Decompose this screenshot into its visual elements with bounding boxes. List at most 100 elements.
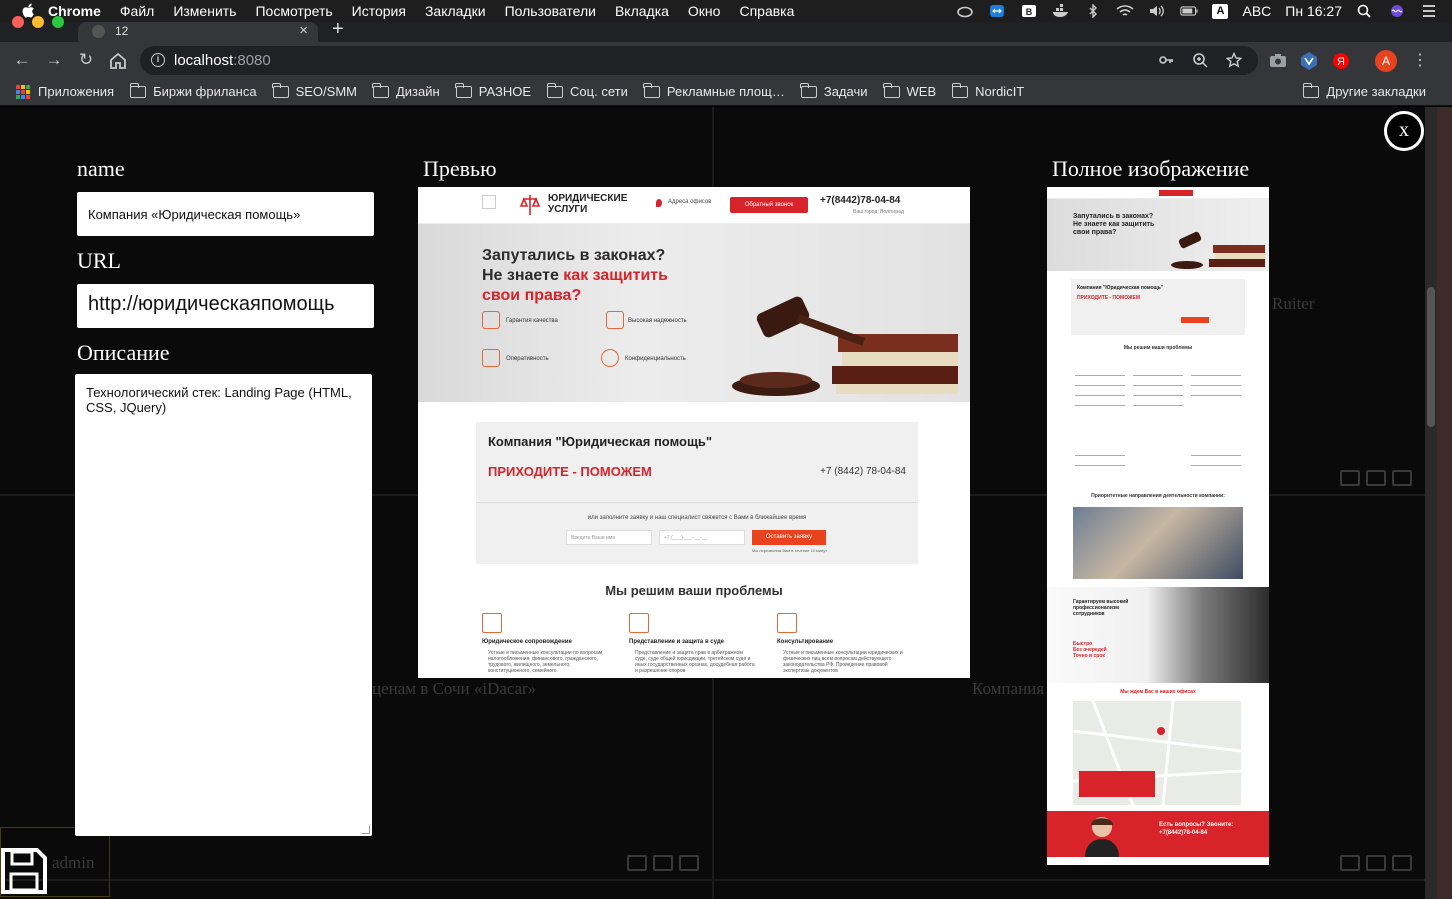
key-icon[interactable] — [1158, 52, 1174, 68]
tab-close-icon[interactable]: × — [299, 22, 308, 39]
preview-company-phone: +7 (8442) 78-04-84 — [820, 466, 906, 477]
full-image[interactable]: Запутались в законах? Не знаете как защи… — [1047, 187, 1269, 865]
resize-handle-icon[interactable] — [362, 826, 370, 834]
building-icon — [777, 613, 797, 633]
preview-form-note: или заполните заявку и наш специалист св… — [587, 515, 807, 521]
preview-phone-input: +7 (___) ___-__-__ — [659, 530, 745, 545]
monitor-icon — [627, 855, 647, 871]
preview-callback-note: Мы перезвоним Вам в течение 10 минут — [752, 548, 828, 553]
new-tab-button[interactable]: + — [332, 18, 344, 41]
bookmark-folder-misc[interactable]: РАЗНОЕ — [455, 82, 531, 99]
bookmark-apps-label: Приложения — [38, 84, 115, 99]
svg-text:Я: Я — [1337, 56, 1345, 68]
bookmark-folder-seo[interactable]: SEO/SMM — [272, 82, 357, 99]
folder-icon — [800, 82, 817, 98]
bookmark-folder-tasks[interactable]: Задачи — [800, 82, 868, 99]
screenshot-extension-icon[interactable] — [1268, 51, 1288, 71]
full-callback-button — [1159, 190, 1193, 196]
back-button[interactable]: ← — [12, 50, 32, 70]
divider — [476, 502, 918, 503]
menu-file[interactable]: Файл — [120, 3, 154, 19]
full-image-label: Полное изображение — [1052, 156, 1250, 181]
teamviewer-icon[interactable] — [988, 4, 1006, 18]
volume-icon[interactable] — [1148, 4, 1166, 18]
scrollbar-thumb[interactable] — [1427, 287, 1435, 427]
yandex-extension-icon[interactable]: Я — [1331, 51, 1351, 71]
full-services-grid — [1071, 355, 1245, 485]
menu-window[interactable]: Окно — [688, 3, 721, 19]
window-close-button[interactable] — [12, 16, 24, 28]
bluetooth-icon[interactable] — [1084, 4, 1102, 18]
zoom-icon[interactable] — [1192, 52, 1208, 68]
docker-icon[interactable] — [1052, 4, 1070, 18]
page-scrollbar[interactable] — [1425, 107, 1437, 899]
folder-icon — [883, 82, 900, 98]
bg-card-actions — [627, 855, 699, 871]
bookmark-folder-social[interactable]: Соц. сети — [546, 82, 628, 99]
edit-icon — [1366, 855, 1386, 871]
headline-line: Не знаете — [482, 267, 564, 284]
bookmark-star-icon[interactable] — [1226, 52, 1242, 68]
forward-button[interactable]: → — [44, 50, 64, 70]
trash-icon — [1392, 855, 1412, 871]
menu-bookmarks[interactable]: Закладки — [425, 3, 486, 19]
description-label: Описание — [77, 340, 170, 365]
menu-view[interactable]: Посмотреть — [255, 3, 332, 19]
input-source-label[interactable]: ABC — [1242, 3, 1271, 19]
vk-icon[interactable]: B — [1020, 4, 1038, 18]
window-minimize-button[interactable] — [32, 16, 44, 28]
bookmark-folder-label: Другие закладки — [1326, 84, 1426, 99]
bookmark-apps[interactable]: Приложения — [16, 84, 114, 99]
people-icon — [629, 613, 649, 633]
menu-history[interactable]: История — [352, 3, 406, 19]
browser-tab[interactable]: 12 × — [78, 22, 318, 42]
reload-button[interactable]: ↻ — [76, 50, 96, 70]
privacy-icon — [601, 349, 619, 367]
folder-icon — [546, 82, 564, 98]
menu-edit[interactable]: Изменить — [173, 3, 236, 19]
chrome-menu-icon[interactable]: ⋮ — [1412, 50, 1428, 70]
full-cta-text: Есть вопросы? Звоните: +7(8442)78-04-84 — [1159, 822, 1234, 836]
wifi-icon[interactable] — [1116, 4, 1135, 18]
profile-avatar[interactable]: А — [1375, 50, 1397, 72]
save-icon[interactable] — [0, 847, 48, 895]
menu-people[interactable]: Пользователи — [505, 3, 596, 19]
address-bar[interactable]: i localhost:8080 — [140, 46, 1258, 75]
battery-icon[interactable] — [1180, 4, 1199, 18]
full-hero-title: Запутались в законах? Не знаете как защи… — [1073, 213, 1155, 236]
site-info-icon[interactable]: i — [151, 53, 165, 67]
full-gavel-image — [1171, 231, 1265, 269]
bookmark-folder-design[interactable]: Дизайн — [372, 82, 440, 99]
preview-service-column: Представление и защита в суде Представле… — [623, 613, 755, 674]
folder-icon — [272, 82, 289, 98]
full-map — [1072, 700, 1242, 806]
description-textarea[interactable]: Технологический стек: Landing Page (HTML… — [75, 374, 372, 836]
bookmark-folder-other[interactable]: Другие закладки — [1302, 82, 1426, 99]
input-source-icon[interactable]: A — [1212, 3, 1229, 19]
bg-card-actions — [1340, 470, 1412, 486]
bookmark-folder-ads[interactable]: Рекламные площ… — [643, 82, 785, 99]
home-button[interactable] — [108, 51, 128, 71]
monitor-icon — [1340, 470, 1360, 486]
bookmark-folder-web[interactable]: WEB — [883, 82, 936, 99]
menu-help[interactable]: Справка — [739, 3, 794, 19]
preview-image[interactable]: ЮРИДИЧЕСКИЕ УСЛУГИ Адреса офисов Обратны… — [418, 187, 970, 678]
vue-devtools-extension-icon[interactable] — [1299, 51, 1319, 71]
bookmark-folder-nordicit[interactable]: NordicIT — [951, 82, 1024, 99]
bookmark-folder-freelance[interactable]: Биржи фриланса — [129, 82, 257, 99]
window-zoom-button[interactable] — [52, 16, 64, 28]
modal-close-button[interactable]: x — [1384, 111, 1424, 151]
preview-name-input: Введите Ваше имя — [566, 530, 652, 545]
name-label: name — [77, 156, 125, 181]
trash-icon — [679, 855, 699, 871]
creative-cloud-icon[interactable] — [956, 4, 974, 18]
name-field[interactable]: Компания «Юридическая помощь» — [77, 192, 374, 236]
url-field[interactable]: http://юридическаяпомощь — [77, 284, 374, 328]
menu-tab[interactable]: Вкладка — [615, 3, 669, 19]
document-icon — [482, 613, 502, 633]
url-text[interactable]: localhost:8080 — [174, 52, 271, 69]
spotlight-search-icon[interactable] — [1356, 4, 1374, 18]
siri-icon[interactable] — [1388, 4, 1406, 18]
menu-clock[interactable]: Пн 16:27 — [1285, 3, 1342, 19]
notification-center-icon[interactable] — [1420, 4, 1438, 18]
